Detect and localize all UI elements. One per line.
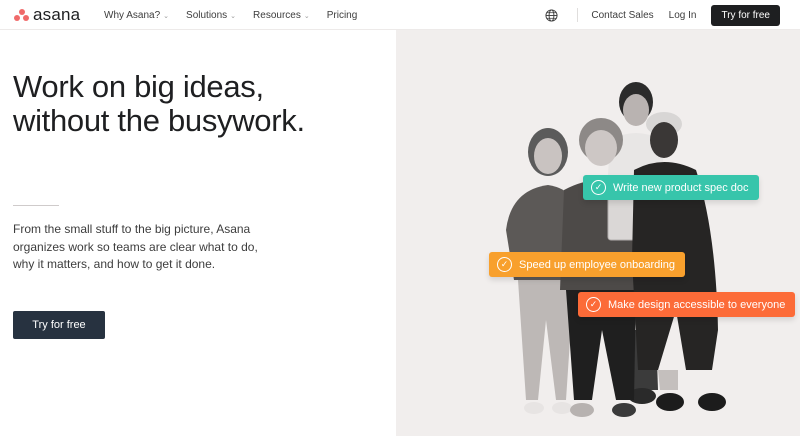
task-pill-label: Write new product spec doc <box>613 181 749 194</box>
chevron-down-icon: ⌄ <box>163 13 170 20</box>
hero-subtitle: From the small stuff to the big picture,… <box>13 222 258 271</box>
hero-divider <box>13 205 59 206</box>
team-photo <box>506 82 726 417</box>
hero-image-panel <box>396 30 800 436</box>
nav-resources-label: Resources <box>253 9 301 21</box>
nav-resources[interactable]: Resources ⌄ <box>253 10 310 21</box>
log-in-link[interactable]: Log In <box>669 10 697 21</box>
asana-logo-icon <box>14 8 29 22</box>
hero-title-line-2: without the busywork. <box>13 103 305 138</box>
task-pill-label: Speed up employee onboarding <box>519 258 675 271</box>
nav-why-asana-label: Why Asana? <box>104 9 161 21</box>
nav-solutions-label: Solutions <box>186 9 228 21</box>
nav-links: Why Asana? ⌄ Solutions ⌄ Resources ⌄ Pri… <box>104 0 374 30</box>
nav-pricing[interactable]: Pricing <box>327 10 358 21</box>
top-nav: asana Why Asana? ⌄ Solutions ⌄ Resources… <box>0 0 800 30</box>
nav-try-free-button[interactable]: Try for free <box>711 4 780 26</box>
nav-why-asana[interactable]: Why Asana? ⌄ <box>104 10 169 21</box>
hero-title: Work on big ideas, without the busywork. <box>13 70 305 138</box>
contact-sales-link[interactable]: Contact Sales <box>591 10 653 21</box>
hero-try-free-button[interactable]: Try for free <box>13 311 105 339</box>
task-pill-label: Make design accessible to everyone <box>608 298 786 311</box>
globe-icon[interactable] <box>545 8 558 22</box>
asana-logo[interactable]: asana <box>14 6 80 24</box>
nav-solutions[interactable]: Solutions ⌄ <box>186 10 236 21</box>
check-circle-icon: ✓ <box>591 180 606 195</box>
logo-text: asana <box>33 5 81 24</box>
chevron-down-icon: ⌄ <box>303 13 310 20</box>
chevron-down-icon: ⌄ <box>230 13 237 20</box>
check-circle-icon: ✓ <box>586 297 601 312</box>
task-pill-accessible-design: ✓ Make design accessible to everyone <box>578 292 796 317</box>
hero-title-line-1: Work on big ideas, <box>13 69 264 104</box>
check-circle-icon: ✓ <box>497 257 512 272</box>
task-pill-spec-doc: ✓ Write new product spec doc <box>583 175 759 200</box>
nav-divider <box>577 8 579 22</box>
nav-pricing-label: Pricing <box>326 9 358 21</box>
nav-right: Contact Sales Log In Try for free <box>545 0 780 30</box>
task-pill-onboarding: ✓ Speed up employee onboarding <box>489 252 685 277</box>
